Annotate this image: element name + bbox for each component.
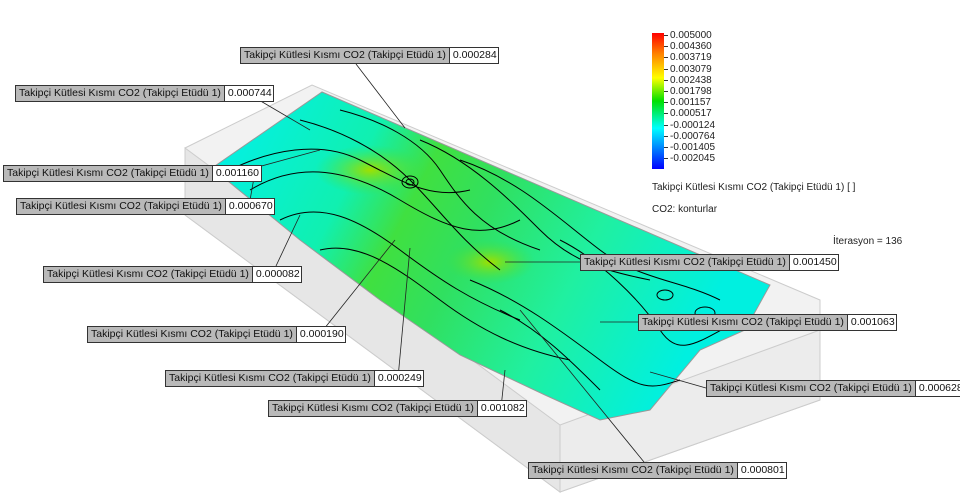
probe-value: 0.001082 — [477, 401, 526, 416]
probe-value: 0.001063 — [847, 315, 896, 330]
probe-name: Takipçi Kütlesi Kısmı CO2 (Takipçi Etüdü… — [166, 371, 375, 386]
legend-tick: 0.001798 — [663, 86, 715, 97]
probe-value: 0.000744 — [224, 86, 273, 101]
probe-name: Takipçi Kütlesi Kısmı CO2 (Takipçi Etüdü… — [639, 315, 848, 330]
probe-name: Takipçi Kütlesi Kısmı CO2 (Takipçi Etüdü… — [241, 48, 450, 63]
probe-value: 0.000082 — [252, 267, 301, 282]
probe-value: 0.000190 — [296, 327, 345, 342]
cfd-model-view[interactable] — [0, 0, 960, 501]
probe-value: 0.001160 — [212, 166, 261, 181]
probe-name: Takipçi Kütlesi Kısmı CO2 (Takipçi Etüdü… — [44, 267, 253, 282]
legend-tick: -0.001405 — [663, 142, 716, 154]
probe-value: 0.000284 — [449, 48, 498, 63]
probe-label[interactable]: Takipçi Kütlesi Kısmı CO2 (Takipçi Etüdü… — [165, 370, 424, 387]
probe-label[interactable]: Takipçi Kütlesi Kısmı CO2 (Takipçi Etüdü… — [87, 326, 346, 343]
legend-subtitle: CO2: konturlar — [652, 204, 718, 215]
legend-ticks: 0.005000 0.004360 0.003719 0.003079 0.00… — [663, 30, 716, 165]
legend-tick: 0.000517 — [663, 108, 715, 119]
probe-label[interactable]: Takipçi Kütlesi Kısmı CO2 (Takipçi Etüdü… — [16, 198, 275, 215]
probe-name: Takipçi Kütlesi Kısmı CO2 (Takipçi Etüdü… — [88, 327, 297, 342]
probe-name: Takipçi Kütlesi Kısmı CO2 (Takipçi Etüdü… — [17, 199, 226, 214]
legend-tick: -0.002045 — [663, 153, 716, 165]
probe-label[interactable]: Takipçi Kütlesi Kısmı CO2 (Takipçi Etüdü… — [706, 380, 960, 397]
legend-tick: 0.003079 — [663, 64, 715, 75]
legend-color-bar — [652, 33, 664, 169]
legend-tick: 0.005000 — [663, 30, 715, 41]
probe-name: Takipçi Kütlesi Kısmı CO2 (Takipçi Etüdü… — [16, 86, 225, 101]
legend-tick: 0.004360 — [663, 41, 715, 52]
probe-name: Takipçi Kütlesi Kısmı CO2 (Takipçi Etüdü… — [4, 166, 213, 181]
iteration-count: İterasyon = 136 — [833, 236, 903, 247]
probe-name: Takipçi Kütlesi Kısmı CO2 (Takipçi Etüdü… — [269, 401, 478, 416]
probe-label[interactable]: Takipçi Kütlesi Kısmı CO2 (Takipçi Etüdü… — [528, 462, 787, 479]
probe-label[interactable]: Takipçi Kütlesi Kısmı CO2 (Takipçi Etüdü… — [15, 85, 274, 102]
probe-name: Takipçi Kütlesi Kısmı CO2 (Takipçi Etüdü… — [707, 381, 916, 396]
probe-label[interactable]: Takipçi Kütlesi Kısmı CO2 (Takipçi Etüdü… — [43, 266, 302, 283]
probe-name: Takipçi Kütlesi Kısmı CO2 (Takipçi Etüdü… — [529, 463, 738, 478]
legend-tick: -0.000764 — [663, 130, 716, 142]
probe-value: 0.000249 — [374, 371, 423, 386]
probe-value: 0.000801 — [737, 463, 786, 478]
legend-tick: -0.000124 — [663, 119, 716, 131]
probe-label[interactable]: Takipçi Kütlesi Kısmı CO2 (Takipçi Etüdü… — [638, 314, 897, 331]
legend-tick: 0.002438 — [663, 75, 715, 86]
probe-label[interactable]: Takipçi Kütlesi Kısmı CO2 (Takipçi Etüdü… — [580, 254, 839, 271]
probe-name: Takipçi Kütlesi Kısmı CO2 (Takipçi Etüdü… — [581, 255, 790, 270]
legend-tick: 0.001157 — [663, 97, 715, 108]
legend-title: Takipçi Kütlesi Kısmı CO2 (Takipçi Etüdü… — [652, 182, 856, 193]
probe-value: 0.000628 — [915, 381, 960, 396]
probe-label[interactable]: Takipçi Kütlesi Kısmı CO2 (Takipçi Etüdü… — [3, 165, 262, 182]
probe-label[interactable]: Takipçi Kütlesi Kısmı CO2 (Takipçi Etüdü… — [268, 400, 527, 417]
probe-value: 0.000670 — [225, 199, 274, 214]
probe-value: 0.001450 — [789, 255, 838, 270]
legend-tick: 0.003719 — [663, 52, 715, 63]
probe-label[interactable]: Takipçi Kütlesi Kısmı CO2 (Takipçi Etüdü… — [240, 47, 499, 64]
